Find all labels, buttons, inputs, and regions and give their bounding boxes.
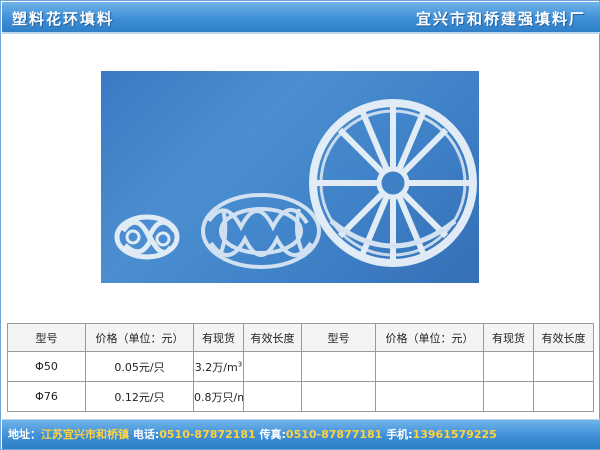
model-cell: Φ50 — [7, 351, 86, 382]
plastic-ring-packing-illustration — [114, 99, 477, 269]
page-title: 塑料花环填料 — [12, 10, 115, 28]
model-cell — [301, 351, 376, 382]
table-row: Φ50 0.05元/只 3.2万/m3 — [7, 351, 594, 382]
column-header: 有效长度 — [243, 323, 302, 352]
column-header: 有现货 — [483, 323, 534, 352]
header-bar: 塑料花环填料 宜兴市和桥建强填料厂 — [2, 2, 600, 32]
spec-table: 型号 价格（单位：元） 有现货 有效长度 型号 价格（单位：元） 有现货 有效长… — [7, 323, 594, 412]
address-value: 江苏宜兴市和桥镇 — [41, 428, 129, 441]
header-divider — [2, 32, 600, 34]
stock-value: 3.2万/m — [194, 360, 238, 374]
stock-unit-exponent: 3 — [237, 359, 243, 368]
mobile-label: 手机: — [386, 428, 413, 441]
model-cell: Φ76 — [7, 381, 86, 412]
phone-label: 电话: — [132, 428, 160, 441]
page-frame: 塑料花环填料 宜兴市和桥建强填料厂 型号 价格（单位：元） 有现货 有效长度 型… — [0, 0, 600, 450]
price-cell — [375, 381, 484, 412]
stock-cell — [483, 351, 534, 382]
price-cell: 0.05元/只 — [85, 351, 194, 382]
length-cell — [533, 381, 594, 412]
model-cell — [301, 381, 376, 412]
price-cell: 0.12元/只 — [85, 381, 194, 412]
company-name: 宜兴市和桥建强填料厂 — [415, 10, 586, 28]
column-header: 型号 — [301, 323, 376, 352]
small-flower-ring — [114, 214, 180, 260]
table-row: Φ76 0.12元/只 0.8万只/m3 — [7, 381, 594, 412]
medium-flower-ring — [201, 193, 321, 269]
price-cell — [375, 351, 484, 382]
column-header: 有效长度 — [533, 323, 594, 352]
length-cell — [243, 381, 302, 412]
column-header: 型号 — [7, 323, 86, 352]
table-header-row: 型号 价格（单位：元） 有现货 有效长度 型号 价格（单位：元） 有现货 有效长… — [7, 323, 594, 352]
mobile-value: 13961579225 — [412, 428, 497, 441]
fax-label: 传真: — [259, 428, 286, 441]
column-header: 有现货 — [193, 323, 244, 352]
contact-footer: 地址：江苏宜兴市和桥镇 电话:0510-87872181 传真:0510-878… — [2, 419, 600, 449]
product-photo — [101, 71, 479, 283]
address-label: 地址： — [8, 428, 41, 441]
stock-value: 0.8万只/m — [194, 390, 244, 404]
column-header: 价格（单位：元） — [85, 323, 194, 352]
stock-cell — [483, 381, 534, 412]
stock-cell: 0.8万只/m3 — [193, 381, 244, 412]
length-cell — [533, 351, 594, 382]
length-cell — [243, 351, 302, 382]
stock-cell: 3.2万/m3 — [193, 351, 244, 382]
phone-value: 0510-87872181 — [159, 428, 256, 441]
fax-value: 0510-87877181 — [285, 428, 383, 441]
column-header: 价格（单位：元） — [375, 323, 484, 352]
large-wheel-ring — [309, 99, 477, 267]
